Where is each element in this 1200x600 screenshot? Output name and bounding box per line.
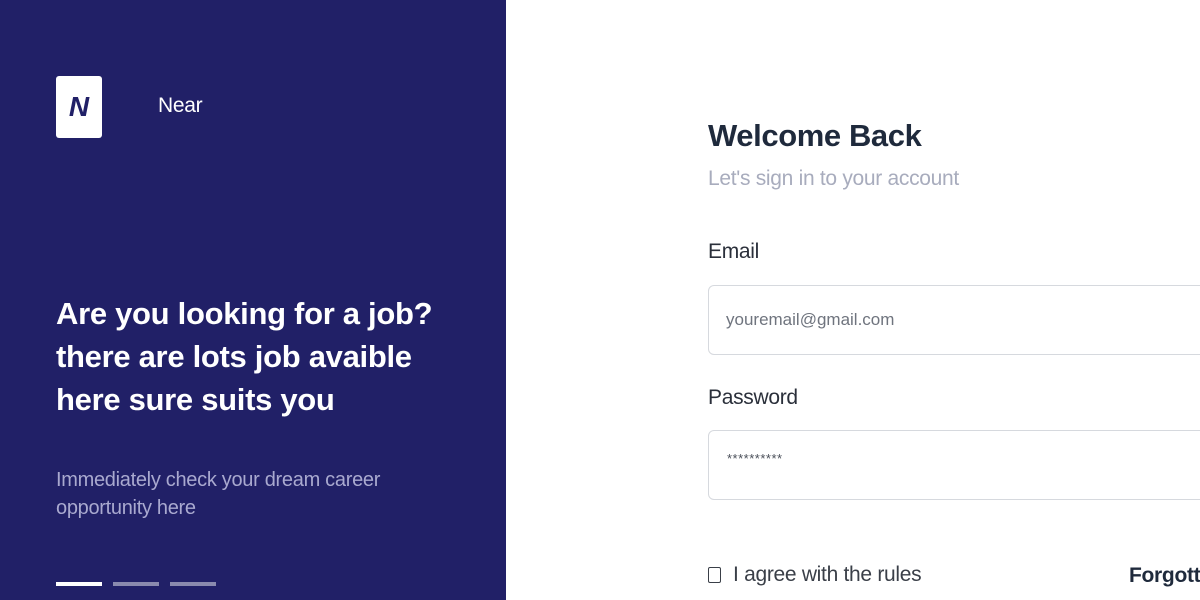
brand-logo[interactable]: N [56,76,102,138]
carousel-dot-1[interactable] [56,582,102,586]
password-input[interactable]: ********** [708,430,1200,500]
carousel-dot-2[interactable] [113,582,159,586]
email-label: Email [708,240,760,263]
promo-panel: N Near Are you looking for a job? there … [0,0,506,600]
hero-headline-line: Are you looking for a job? [56,296,433,331]
welcome-title: Welcome Back [708,118,922,153]
carousel-dot-3[interactable] [170,582,216,586]
forgot-password-link[interactable]: Forgotte [1129,564,1200,588]
login-page: N Near Are you looking for a job? there … [0,0,1200,600]
agree-checkbox[interactable] [708,567,721,583]
hero-headline: Are you looking for a job? there are lot… [56,292,476,421]
login-panel: Welcome Back Let's sign in to your accou… [506,0,1200,600]
hero-headline-line: here sure suits you [56,382,335,417]
hero-headline-line: there are lots job avaible [56,339,412,374]
email-field-box [708,285,1200,355]
brand-name: Near [158,94,203,117]
hero-subtext: Immediately check your dream career oppo… [56,469,381,519]
logo-letter: N [68,91,90,122]
email-input[interactable] [726,286,1200,354]
password-label: Password [708,386,798,409]
password-masked-value: ********** [727,451,783,466]
welcome-subtitle: Let's sign in to your account [708,167,959,190]
carousel-indicators [56,582,216,586]
agree-row: I agree with the rules [708,563,922,587]
agree-label[interactable]: I agree with the rules [733,563,922,587]
